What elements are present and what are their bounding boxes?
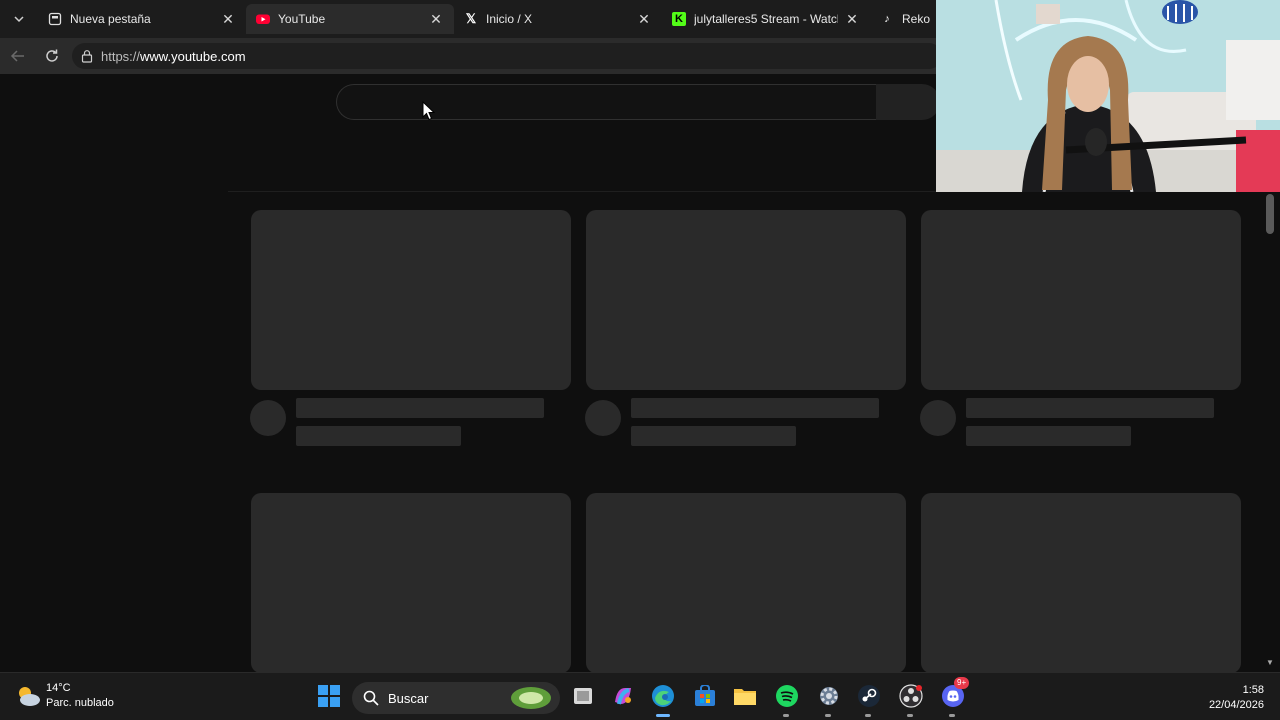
copilot-button[interactable] xyxy=(610,683,636,709)
steam-icon xyxy=(858,685,880,707)
running-app-indicator xyxy=(825,714,831,717)
back-button[interactable] xyxy=(8,46,28,66)
tiktok-icon: ♪ xyxy=(884,13,890,25)
tab-title: Rekome xyxy=(902,12,930,26)
address-bar[interactable]: https://www.youtube.com xyxy=(72,43,942,69)
search-icon xyxy=(363,690,379,706)
meta-placeholder xyxy=(631,426,796,446)
tab-youtube[interactable]: YouTube ✕ xyxy=(246,4,454,34)
search-highlight-image xyxy=(511,687,551,709)
obs-icon xyxy=(899,684,923,708)
weather-temperature: 14°C xyxy=(46,682,71,694)
gear-icon xyxy=(820,687,838,705)
mouse-cursor-icon xyxy=(422,101,436,121)
taskbar-search[interactable]: Buscar xyxy=(352,682,560,714)
x-icon: 𝕏 xyxy=(465,11,477,26)
tab-title: YouTube xyxy=(278,12,326,26)
search-input[interactable] xyxy=(336,84,876,120)
thumbnail-placeholder xyxy=(586,493,906,673)
tab-title: julytalleres5 Stream - Watch Liv xyxy=(694,12,838,26)
url-scheme: https:// xyxy=(101,48,141,64)
active-app-indicator xyxy=(656,714,670,717)
tab-kick-stream[interactable]: K julytalleres5 Stream - Watch Liv ✕ xyxy=(662,4,870,34)
title-placeholder xyxy=(631,398,879,418)
start-button[interactable] xyxy=(316,683,342,709)
close-tab-icon[interactable]: ✕ xyxy=(844,11,860,27)
microsoft-store-button[interactable] xyxy=(692,683,718,709)
title-placeholder xyxy=(296,398,544,418)
windows-logo-icon xyxy=(318,685,340,707)
arrow-left-icon xyxy=(10,50,24,62)
tab-list-menu-button[interactable] xyxy=(8,8,30,30)
system-clock[interactable]: 1:58 22/04/2026 xyxy=(1209,683,1264,713)
meta-placeholder xyxy=(296,426,461,446)
partly-cloudy-icon xyxy=(19,687,40,706)
settings-button[interactable] xyxy=(816,683,842,709)
meta-placeholder xyxy=(966,426,1131,446)
running-app-indicator xyxy=(907,714,913,717)
spotify-icon xyxy=(776,685,798,707)
weather-widget[interactable]: 14°C Parc. nublado xyxy=(14,681,114,711)
screen: Nueva pestaña ✕ YouTube ✕ 𝕏 Inicio / X ✕… xyxy=(0,0,1280,720)
avatar-placeholder xyxy=(585,400,621,436)
avatar-placeholder xyxy=(250,400,286,436)
new-tab-icon xyxy=(48,12,62,26)
clock-date: 22/04/2026 xyxy=(1208,699,1264,711)
tab-title: Inicio / X xyxy=(486,12,533,26)
edge-icon xyxy=(652,685,674,707)
file-explorer-button[interactable] xyxy=(732,683,758,709)
obs-button[interactable] xyxy=(898,683,924,709)
thumbnail-placeholder xyxy=(921,493,1241,673)
tab-inicio-x[interactable]: 𝕏 Inicio / X ✕ xyxy=(454,4,662,34)
store-icon xyxy=(695,685,715,706)
copilot-icon xyxy=(615,688,631,705)
close-tab-icon[interactable]: ✕ xyxy=(428,11,444,27)
clock-time: 1:58 xyxy=(1242,684,1264,696)
notification-badge: 9+ xyxy=(954,677,970,689)
edge-browser-button[interactable] xyxy=(650,683,676,709)
thumbnail-placeholder xyxy=(251,210,571,390)
close-tab-icon[interactable]: ✕ xyxy=(220,11,236,27)
running-app-indicator xyxy=(949,714,955,717)
lock-icon[interactable] xyxy=(80,49,94,63)
spotify-button[interactable] xyxy=(774,683,800,709)
windows-taskbar: 14°C Parc. nublado Buscar 9+ 1:58 22/04/… xyxy=(0,672,1280,720)
url-host: www.youtube.com xyxy=(140,48,246,64)
title-placeholder xyxy=(966,398,1214,418)
steam-button[interactable] xyxy=(856,683,882,709)
thumbnail-placeholder xyxy=(921,210,1241,390)
tab-tiktok[interactable]: ♪ Rekome xyxy=(870,4,940,34)
url-text: https://www.youtube.com xyxy=(101,49,246,64)
search-button[interactable] xyxy=(876,84,940,120)
youtube-icon xyxy=(256,12,270,26)
reload-button[interactable] xyxy=(42,46,62,66)
running-app-indicator xyxy=(865,714,871,717)
chevron-down-icon xyxy=(14,16,24,23)
running-app-indicator xyxy=(783,714,789,717)
thumbnail-placeholder xyxy=(251,493,571,673)
reload-icon xyxy=(46,49,58,62)
discord-button[interactable]: 9+ xyxy=(940,677,970,709)
weather-description: Parc. nublado xyxy=(46,697,114,709)
task-view-button[interactable] xyxy=(570,683,596,709)
folder-icon xyxy=(734,689,756,705)
tab-nueva-pestana[interactable]: Nueva pestaña ✕ xyxy=(38,4,246,34)
tab-title: Nueva pestaña xyxy=(70,12,151,26)
task-view-icon xyxy=(574,688,592,704)
scroll-down-arrow-icon[interactable]: ▼ xyxy=(1264,656,1276,670)
webcam-feed-image xyxy=(936,0,1280,192)
close-tab-icon[interactable]: ✕ xyxy=(636,11,652,27)
webcam-overlay xyxy=(936,0,1280,192)
taskbar-search-label: Buscar xyxy=(388,690,429,706)
kick-icon: K xyxy=(672,12,686,26)
scrollbar-thumb[interactable] xyxy=(1266,194,1274,234)
avatar-placeholder xyxy=(920,400,956,436)
thumbnail-placeholder xyxy=(586,210,906,390)
